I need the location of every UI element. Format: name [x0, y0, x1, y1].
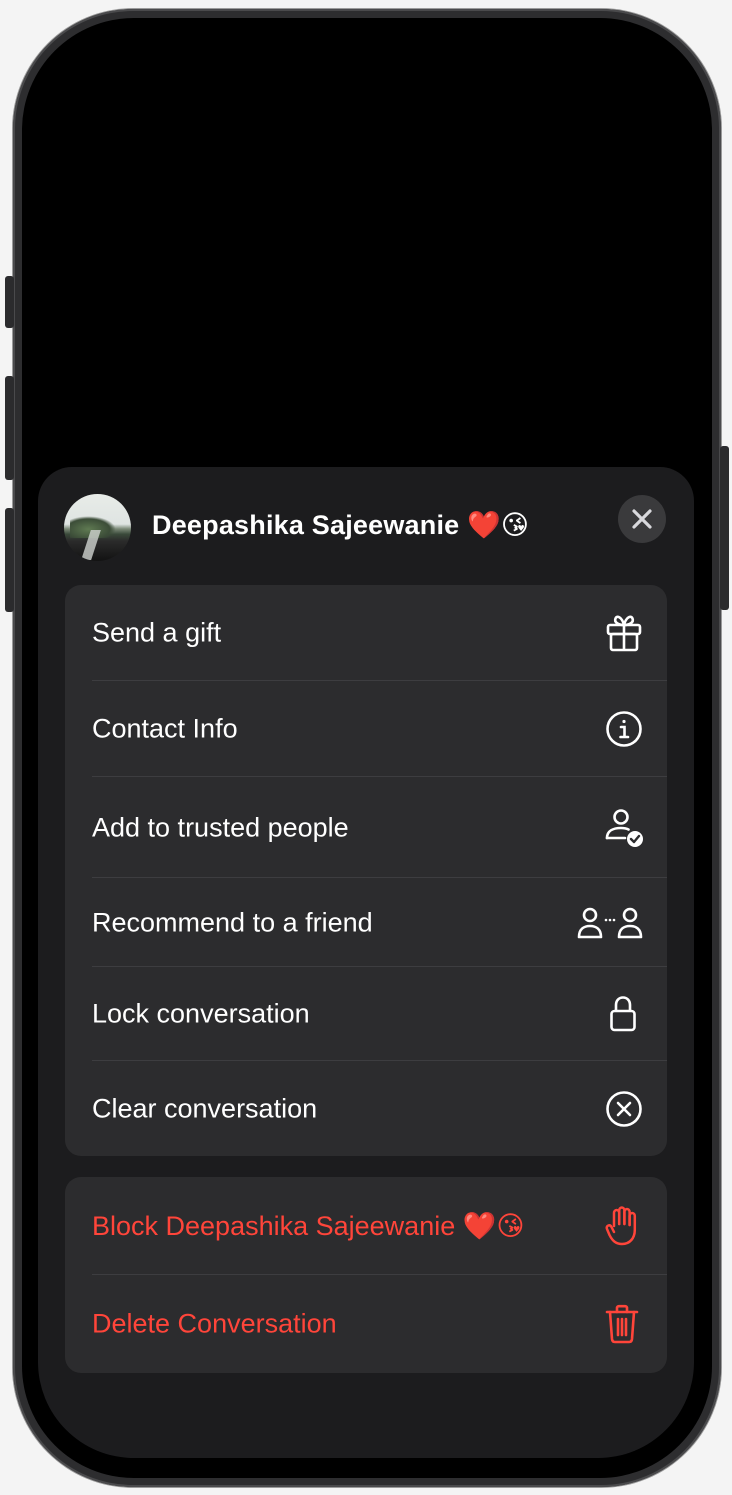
person-checkmark-icon: [603, 807, 645, 849]
lock-conversation-label: Lock conversation: [92, 998, 310, 1029]
clear-conversation-row[interactable]: Clear conversation: [65, 1061, 667, 1156]
clear-conversation-label: Clear conversation: [92, 1093, 318, 1123]
action-sheet: Deepashika Sajeewanie ❤️😘 Send a gift Co…: [38, 467, 694, 1458]
send-gift-label: Send a gift: [92, 617, 222, 648]
close-icon: [632, 509, 652, 529]
delete-conversation-row[interactable]: Delete Conversation: [65, 1275, 667, 1373]
volume-up-button: [5, 376, 14, 480]
add-trusted-label: Add to trusted people: [92, 812, 349, 842]
close-button[interactable]: [618, 495, 666, 543]
volume-down-button: [5, 508, 14, 612]
info-circle-icon: [605, 710, 643, 748]
recommend-friend-label: Recommend to a friend: [92, 907, 373, 937]
send-gift-row[interactable]: Send a gift: [65, 585, 667, 681]
lock-conversation-row[interactable]: Lock conversation: [65, 967, 667, 1061]
recommend-friend-row[interactable]: Recommend to a friend: [65, 878, 667, 967]
people-share-icon: [577, 906, 643, 940]
destructive-actions-group: Block Deepashika Sajeewanie ❤️😘 Delete C…: [65, 1177, 667, 1373]
contact-info-row[interactable]: Contact Info: [65, 681, 667, 777]
silent-switch: [5, 276, 14, 328]
contact-actions-group: Send a gift Contact Info Add to trusted …: [65, 585, 667, 1156]
screen: Deepashika Sajeewanie ❤️😘 Send a gift Co…: [38, 34, 694, 1458]
trash-icon: [605, 1304, 639, 1344]
add-trusted-row[interactable]: Add to trusted people: [65, 777, 667, 878]
hand-raised-icon: [605, 1206, 637, 1246]
lock-icon: [609, 995, 637, 1033]
power-button: [720, 446, 729, 610]
contact-info-label: Contact Info: [92, 713, 238, 744]
gift-icon: [605, 613, 643, 653]
block-contact-row[interactable]: Block Deepashika Sajeewanie ❤️😘: [65, 1177, 667, 1275]
delete-conversation-label: Delete Conversation: [92, 1308, 337, 1339]
contact-name: Deepashika Sajeewanie ❤️😘: [152, 510, 530, 540]
block-contact-label: Block Deepashika Sajeewanie ❤️😘: [92, 1211, 525, 1241]
x-circle-icon: [605, 1090, 643, 1128]
avatar: [64, 494, 131, 561]
